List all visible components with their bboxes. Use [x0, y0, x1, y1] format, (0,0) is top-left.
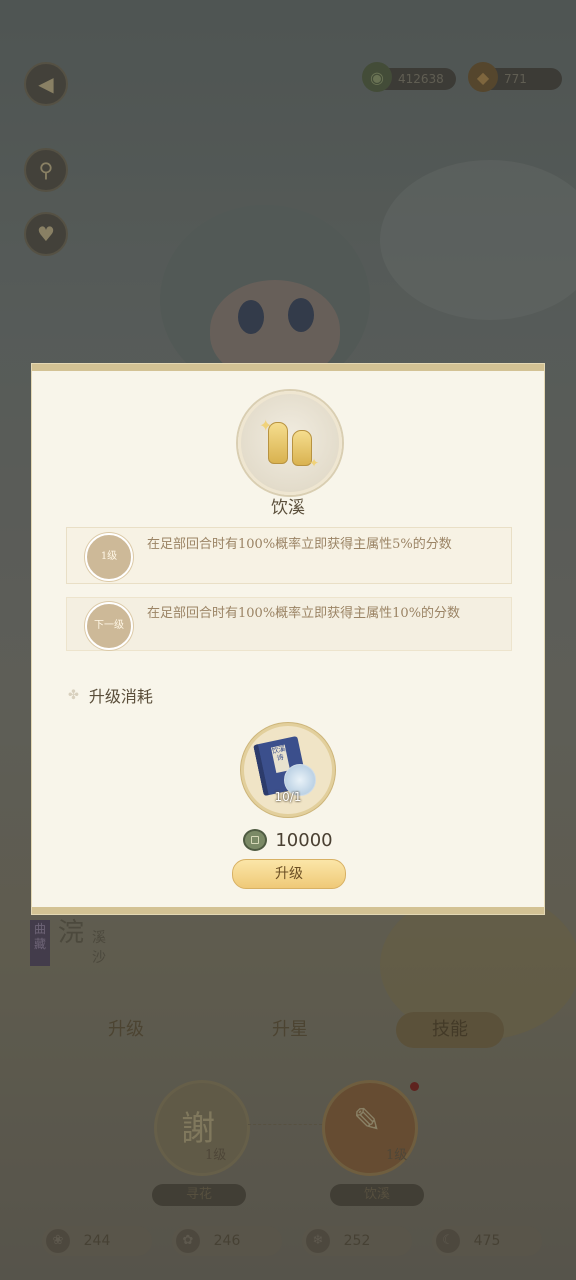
- sparkle-icon-2: ✦: [309, 456, 320, 470]
- next-level-box: 下一级 在足部回合时有100%概率立即获得主属性10%的分数: [66, 597, 512, 651]
- cost-section-title: ✤ 升级消耗: [68, 683, 153, 707]
- skill-icon: ✦ ✦: [238, 391, 342, 495]
- coin-cost-value: 10000: [275, 829, 333, 851]
- coin-cost: 10000: [32, 829, 544, 851]
- sparkle-icon: ✦: [259, 416, 273, 435]
- cost-item[interactable]: 饮溪诗 10/1: [241, 723, 335, 817]
- next-level-badge: 下一级: [85, 602, 133, 650]
- skill-upgrade-dialog: ✦ ✦ 饮溪 1级 在足部回合时有100%概率立即获得主属性5%的分数 下一级 …: [32, 364, 544, 914]
- upgrade-button[interactable]: 升级: [232, 859, 346, 889]
- skill-name: 饮溪: [271, 498, 305, 518]
- cost-title-text: 升级消耗: [88, 687, 153, 706]
- clover-icon: ✤: [68, 687, 79, 703]
- current-level-description: 在足部回合时有100%概率立即获得主属性5%的分数: [147, 537, 452, 552]
- item-count: 10/1: [274, 790, 302, 804]
- next-level-description: 在足部回合时有100%概率立即获得主属性10%的分数: [147, 606, 461, 621]
- current-level-box: 1级 在足部回合时有100%概率立即获得主属性5%的分数: [66, 527, 512, 584]
- current-level-badge: 1级: [85, 533, 133, 581]
- jade-coin-icon: [243, 829, 268, 851]
